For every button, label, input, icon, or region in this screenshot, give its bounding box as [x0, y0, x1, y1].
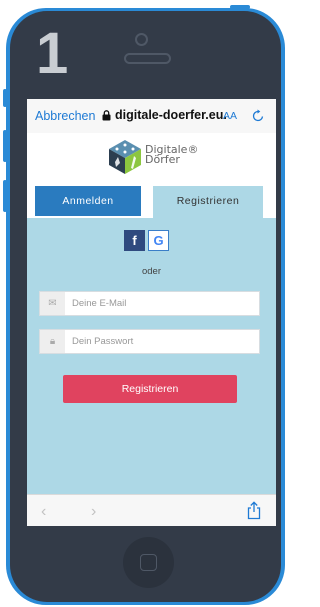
tab-login[interactable]: Anmelden: [35, 186, 141, 216]
reload-icon[interactable]: [251, 109, 265, 123]
step-number: 1: [36, 21, 69, 86]
side-button-volume-down: [3, 180, 7, 212]
email-field: ✉: [39, 291, 260, 316]
side-button-mute: [3, 89, 7, 107]
share-icon[interactable]: [246, 501, 262, 520]
email-input[interactable]: [72, 292, 257, 315]
digitale-doerfer-logo-icon: [109, 140, 141, 174]
lock-icon: 🔒︎: [40, 330, 65, 353]
speaker-icon: [124, 53, 171, 64]
cancel-button[interactable]: Abbrechen: [35, 109, 95, 123]
chevron-left-icon[interactable]: ‹: [41, 503, 46, 521]
facebook-login-button[interactable]: f: [124, 230, 145, 251]
side-button-top: [230, 5, 250, 9]
auth-tabs: Anmelden Registrieren: [27, 184, 276, 218]
side-button-volume-up: [3, 130, 7, 162]
logo-wordmark: Digitale® Dörfer: [145, 144, 198, 166]
logo-line-2: Dörfer: [145, 153, 180, 166]
password-field: 🔒︎: [39, 329, 260, 354]
phone-screen: Abbrechen digitale-doerfer.eu. AA Digita…: [27, 99, 276, 526]
browser-toolbar: ‹ ›: [27, 494, 276, 526]
facebook-icon: f: [132, 233, 137, 248]
email-icon: ✉: [40, 292, 65, 315]
divider-text: oder: [141, 266, 161, 277]
url-domain[interactable]: digitale-doerfer.eu.: [115, 108, 227, 122]
browser-url-bar: Abbrechen digitale-doerfer.eu. AA: [27, 99, 276, 134]
camera-icon: [135, 33, 148, 46]
lock-icon: [102, 110, 111, 121]
tab-register[interactable]: Registrieren: [153, 186, 263, 218]
chevron-right-icon[interactable]: ›: [91, 503, 96, 521]
google-icon: G: [153, 233, 164, 248]
home-square-icon: [140, 554, 157, 571]
google-login-button[interactable]: G: [148, 230, 169, 251]
password-input[interactable]: [72, 330, 257, 353]
text-size-button[interactable]: AA: [223, 110, 237, 122]
home-button[interactable]: [123, 537, 174, 588]
register-button[interactable]: Registrieren: [63, 375, 237, 403]
site-header: Digitale® Dörfer: [27, 133, 276, 184]
